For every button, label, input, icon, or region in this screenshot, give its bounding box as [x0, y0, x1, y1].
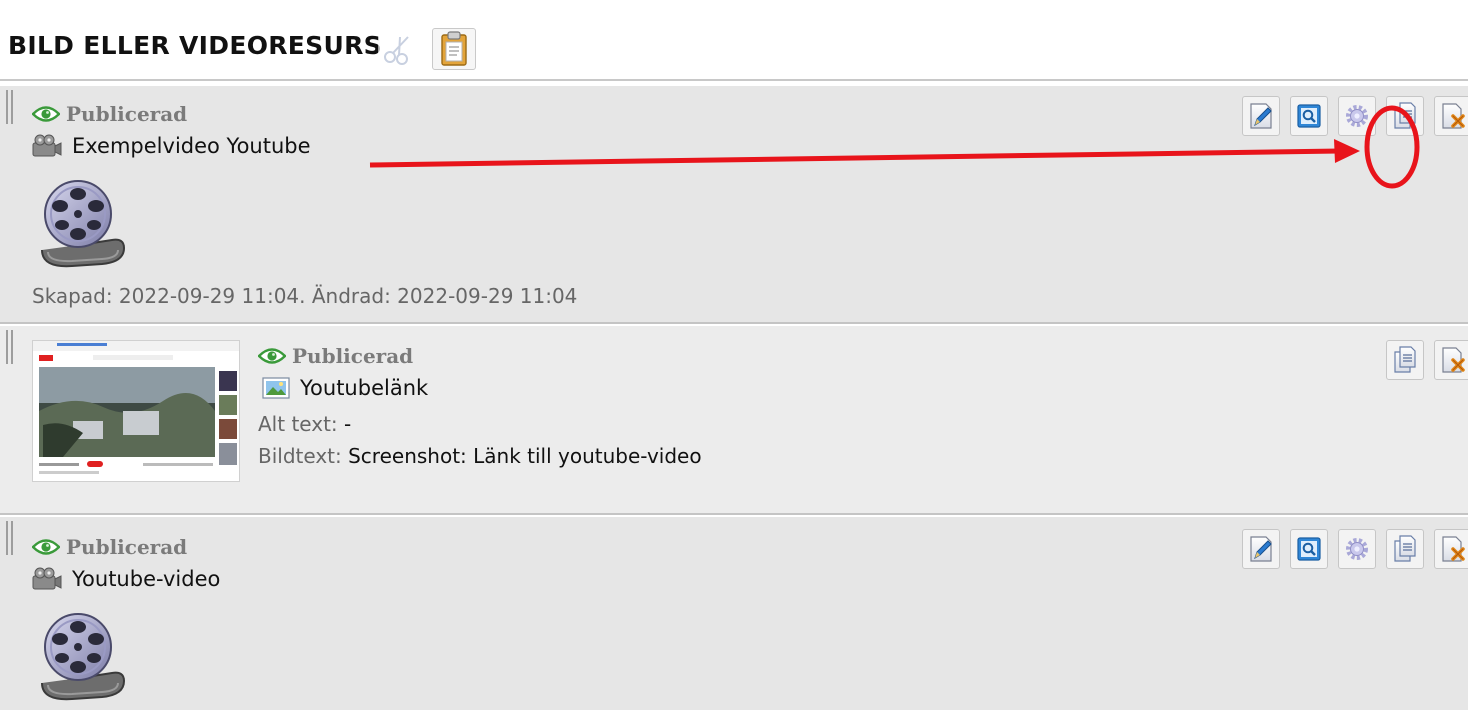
- paste-button[interactable]: [432, 28, 476, 70]
- scissors-icon: [378, 33, 420, 67]
- resource-item: Publicerad Youtube-video: [0, 517, 1468, 710]
- preview-button[interactable]: [1290, 96, 1328, 136]
- alt-text-value: -: [344, 412, 352, 436]
- preview-button[interactable]: [1290, 529, 1328, 569]
- divider: [0, 513, 1468, 515]
- gear-icon: [1344, 535, 1370, 563]
- resource-title-text[interactable]: Youtube-video: [72, 567, 220, 591]
- edit-button[interactable]: [1242, 96, 1280, 136]
- caption-row: Bildtext: Screenshot: Länk till youtube-…: [258, 444, 702, 468]
- alt-text-label: Alt text:: [258, 412, 338, 436]
- copy-button[interactable]: [1386, 96, 1424, 136]
- copy-icon: [1392, 535, 1418, 563]
- delete-button[interactable]: [1434, 96, 1468, 136]
- divider: [0, 322, 1468, 324]
- preview-icon: [1296, 535, 1322, 563]
- status-published: Publicerad: [258, 344, 413, 368]
- resource-item: Publicerad Exempelvideo Youtube Skapad: …: [0, 86, 1468, 322]
- film-icon: [32, 567, 62, 591]
- copy-button[interactable]: [1386, 529, 1424, 569]
- copy-icon: [1392, 346, 1418, 374]
- settings-button[interactable]: [1338, 529, 1376, 569]
- video-reel-icon[interactable]: [32, 611, 128, 703]
- resource-title-text[interactable]: Youtubelänk: [300, 376, 428, 400]
- delete-icon: [1440, 535, 1466, 563]
- delete-button[interactable]: [1434, 529, 1468, 569]
- drag-handle[interactable]: [6, 330, 14, 364]
- film-icon: [32, 134, 62, 158]
- gear-icon: [1344, 102, 1370, 130]
- video-reel-icon[interactable]: [32, 178, 128, 270]
- resource-title[interactable]: Youtube-video: [32, 567, 220, 591]
- timestamps: Skapad: 2022-09-29 11:04. Ändrad: 2022-0…: [32, 284, 578, 308]
- preview-icon: [1296, 102, 1322, 130]
- cut-button[interactable]: [378, 33, 420, 67]
- status-published: Publicerad: [32, 535, 187, 559]
- caption-value: Screenshot: Länk till youtube-video: [348, 444, 702, 468]
- image-icon: [262, 376, 290, 400]
- caption-label: Bildtext:: [258, 444, 342, 468]
- edit-icon: [1248, 535, 1274, 563]
- copy-button[interactable]: [1386, 340, 1424, 380]
- header-divider: [0, 79, 1468, 81]
- screenshot-image: [33, 341, 239, 481]
- drag-handle[interactable]: [6, 521, 14, 555]
- resource-header: BILD ELLER VIDEORESURS: [0, 0, 1468, 81]
- status-label: Publicerad: [292, 344, 414, 368]
- resource-title-text[interactable]: Exempelvideo Youtube: [72, 134, 311, 158]
- copy-icon: [1392, 102, 1418, 130]
- edit-icon: [1248, 102, 1274, 130]
- delete-icon: [1440, 346, 1466, 374]
- settings-button[interactable]: [1338, 96, 1376, 136]
- delete-button[interactable]: [1434, 340, 1468, 380]
- alt-text-row: Alt text: -: [258, 412, 351, 436]
- clipboard-icon: [441, 31, 467, 66]
- drag-handle[interactable]: [6, 90, 14, 124]
- resource-actions: [1242, 96, 1468, 136]
- eye-icon: [258, 347, 286, 365]
- eye-icon: [32, 538, 60, 556]
- resource-actions: [1386, 340, 1468, 380]
- status-label: Publicerad: [66, 535, 188, 559]
- resource-actions: [1242, 529, 1468, 569]
- eye-icon: [32, 105, 60, 123]
- image-thumbnail[interactable]: [32, 340, 240, 482]
- status-label: Publicerad: [66, 102, 188, 126]
- resource-title[interactable]: Youtubelänk: [262, 376, 428, 400]
- status-published: Publicerad: [32, 102, 187, 126]
- edit-button[interactable]: [1242, 529, 1280, 569]
- delete-icon: [1440, 102, 1466, 130]
- resource-title[interactable]: Exempelvideo Youtube: [32, 134, 311, 158]
- section-title: BILD ELLER VIDEORESURS: [8, 31, 382, 60]
